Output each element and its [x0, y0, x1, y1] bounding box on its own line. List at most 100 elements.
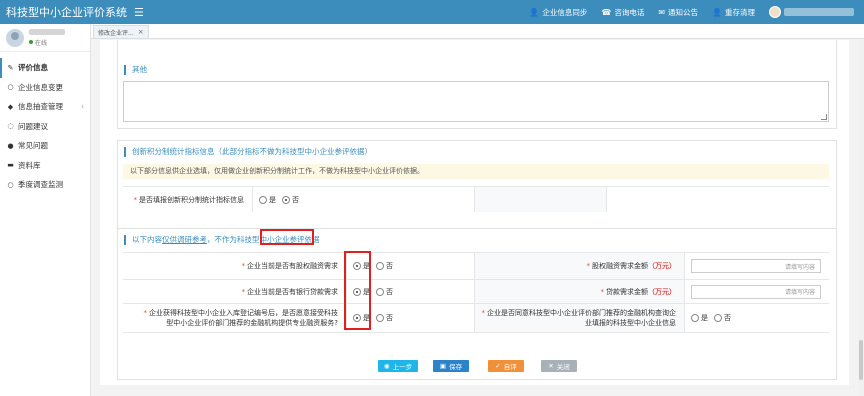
financing-question-line2: 型中小企业评价部门推荐的金融机构提供专业融资服务? [166, 319, 338, 327]
app-title-text: 科技型中小企业评价系统 [6, 6, 127, 19]
radio-circle [714, 314, 722, 322]
close-button[interactable]: ✕ 关闭 [541, 360, 577, 372]
highlight-box-radios [344, 251, 371, 330]
required-mark: * [481, 309, 486, 317]
header-actions: 👤 企业信息同步 ☎ 咨询电话 ✉ 通知公告 👤 重存清理 [529, 6, 864, 18]
research-row-financing-service: * 企业获得科技型中小企业入库登记编号后，是否愿意接受科技 型中小企业评价部门推荐… [123, 303, 829, 333]
innovation-question-cell: * 是否填报创新积分制统计指标信息 [123, 187, 253, 212]
status-dot-icon [29, 40, 33, 44]
tab-strip: 修改企业评... × [91, 24, 864, 39]
empty-cell [475, 187, 607, 212]
hamburger-icon[interactable]: ☰ [134, 6, 144, 19]
radio-circle [376, 314, 384, 322]
innovation-row: * 是否填报创新积分制统计指标信息 是 否 [123, 186, 829, 212]
innovation-question: 是否填报创新积分制统计指标信息 [139, 195, 244, 204]
save-icon: ▣ [439, 362, 447, 370]
unit-label: （万元） [648, 287, 676, 296]
research-row-loan: * 企业当前是否有银行贷款需求 是 否 * 贷款需求金额 （万元） 请填写内容 [123, 279, 829, 303]
research-section-title: 以下内容仅供调研参考，不作为科技型中小企业参评依据 [124, 235, 836, 245]
equity-amount-label-cell: * 股权融资需求金额 （万元） [475, 253, 685, 279]
sidebar-item-company-change[interactable]: ○ 企业信息变更 [0, 78, 90, 98]
close-icon[interactable]: × [138, 28, 144, 36]
hotline-label: 咨询电话 [614, 7, 645, 17]
sidebar-item-suggestions[interactable]: ◌ 问题建议 [0, 117, 90, 137]
unit-label: （万元） [648, 262, 676, 270]
required-mark: * [241, 287, 246, 296]
user-menu[interactable] [769, 6, 854, 18]
self-evaluation-label: 自评 [503, 363, 517, 371]
user-icon: 👤 [529, 7, 540, 17]
scrollbar[interactable] [858, 40, 864, 396]
sidebar-item-evaluation-info[interactable]: ✎ 评价信息 [0, 58, 90, 78]
sidebar-item-quarterly-survey[interactable]: ○ 季度调查监测 [0, 175, 90, 195]
equity-amount-label: 股权融资需求金额 [592, 262, 648, 270]
innovation-no-radio[interactable]: 否 [282, 195, 299, 205]
sidebar-item-spot-check[interactable]: ◆ 信息抽查管理 ‹ [0, 97, 90, 117]
radio-label: 否 [386, 262, 393, 270]
equity-question-cell: * 企业当前是否有股权融资需求 [123, 253, 347, 279]
radio-label: 是 [269, 195, 276, 204]
radio-label: 否 [724, 314, 731, 322]
equity-no-radio[interactable]: 否 [376, 261, 393, 271]
self-evaluation-button[interactable]: ✓ 自评 [488, 360, 524, 372]
financing-no-radio[interactable]: 否 [376, 313, 393, 323]
close-label: 关闭 [556, 363, 570, 371]
profile-name-blurred [29, 28, 65, 35]
consent-answer-cell: 是 否 [685, 304, 829, 332]
sidebar-item-faq[interactable]: ● 常见问题 [0, 136, 90, 156]
cache-clear-link[interactable]: 👤 重存清理 [712, 7, 755, 18]
prev-step-button[interactable]: ◉ 上一步 [378, 360, 418, 372]
financing-question-cell: * 企业获得科技型中小企业入库登记编号后，是否愿意接受科技 型中小企业评价部门推荐… [123, 304, 347, 332]
required-mark: * [600, 287, 605, 296]
mail-icon: ✉ [658, 7, 666, 17]
innovation-answer-cell: 是 否 [253, 187, 475, 212]
cache-clear-label: 重存清理 [725, 7, 755, 17]
sidebar-item-label: 资料库 [18, 160, 41, 170]
edit-icon: ✎ [7, 63, 14, 72]
save-button[interactable]: ▣ 保存 [433, 360, 469, 372]
equity-question: 企业当前是否有股权融资需求 [247, 262, 338, 270]
phone-icon: ☎ [601, 7, 612, 17]
consent-yes-radio[interactable]: 是 [691, 313, 708, 323]
equity-amount-input[interactable]: 请填写内容 [691, 259, 821, 273]
comment-icon: ◌ [7, 122, 14, 131]
prev-step-label: 上一步 [392, 363, 413, 371]
sidebar-item-library[interactable]: ▬ 资料库 [0, 156, 90, 176]
save-label: 保存 [449, 363, 463, 371]
question-icon: ● [7, 141, 14, 150]
arrow-left-icon: ◉ [383, 362, 390, 370]
sync-company-info-link[interactable]: 👤 企业信息同步 [529, 7, 587, 18]
hotline-link[interactable]: ☎ 咨询电话 [601, 7, 644, 18]
scrollbar-thumb[interactable] [859, 340, 863, 380]
sidebar-item-label: 评价信息 [18, 63, 48, 73]
form-container: 其他 创新积分制统计指标信息（此部分指标不做为科技型中小企业参评依据） 以下部分… [100, 40, 849, 385]
radio-label: 是 [701, 314, 708, 322]
consent-no-radio[interactable]: 否 [714, 313, 731, 323]
radio-circle-checked [282, 195, 290, 204]
sidebar: 在线 ✎ 评价信息 ○ 企业信息变更 ◆ 信息抽查管理 ‹ ◌ 问题建议 ● 常… [0, 24, 91, 396]
user-name-blurred [784, 8, 854, 16]
loan-amount-input[interactable]: 请填写内容 [691, 284, 821, 299]
innovation-yes-radio[interactable]: 是 [259, 195, 276, 205]
radio-label: 否 [292, 195, 299, 204]
sidebar-item-label: 企业信息变更 [18, 82, 63, 92]
sidebar-item-label: 信息抽查管理 [18, 102, 63, 112]
loan-no-radio[interactable]: 否 [376, 287, 393, 297]
loan-question: 企业当前是否有银行贷款需求 [247, 287, 338, 296]
circle-icon: ○ [7, 83, 14, 92]
folder-icon: ▬ [7, 161, 14, 170]
tab-edit-evaluation[interactable]: 修改企业评... × [93, 25, 149, 38]
notice-label: 通知公告 [668, 7, 699, 17]
research-title-prefix: 以下内容 [132, 235, 162, 244]
radio-label: 否 [386, 314, 393, 322]
app-title: 科技型中小企业评价系统 [0, 4, 128, 20]
user-icon: 👤 [712, 7, 722, 17]
financing-question-line1-wrap: * 企业获得科技型中小企业入库登记编号后，是否愿意接受科技 [144, 308, 339, 318]
notice-link[interactable]: ✉ 通知公告 [658, 7, 698, 18]
online-status: 在线 [29, 38, 65, 47]
profile-avatar [6, 28, 24, 47]
avatar [769, 6, 781, 18]
sidebar-profile: 在线 [0, 24, 90, 52]
other-textarea[interactable] [123, 81, 829, 122]
check-icon: ✓ [495, 362, 501, 370]
